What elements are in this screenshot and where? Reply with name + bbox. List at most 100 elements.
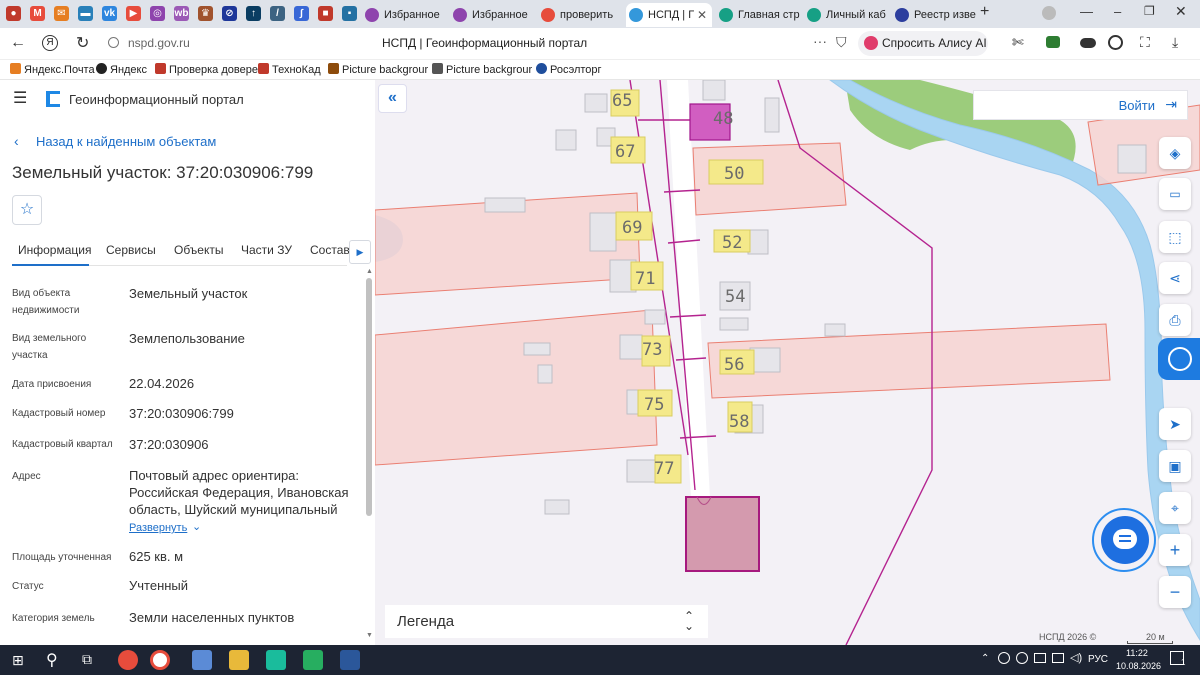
- clock-date[interactable]: 10.08.2026: [1116, 661, 1161, 671]
- legend-panel[interactable]: Легенда ⌃ ⌄: [385, 605, 708, 638]
- taskbar-app-icon[interactable]: [303, 650, 323, 670]
- tab-composition[interactable]: Состав: [310, 243, 350, 257]
- alice-button[interactable]: Спросить Алису AI: [858, 31, 988, 56]
- expand-link[interactable]: Развернуть: [129, 522, 187, 534]
- vk-icon[interactable]: vk: [102, 6, 117, 21]
- media-icon[interactable]: [1108, 35, 1123, 50]
- panel-scrollbar[interactable]: [366, 278, 372, 516]
- pinned-tab-icon[interactable]: ◎: [150, 6, 165, 21]
- minimize-icon[interactable]: —: [1080, 4, 1093, 19]
- browser-tab[interactable]: Реестр изве: [892, 3, 976, 27]
- volume-icon[interactable]: ◁): [1070, 651, 1082, 664]
- windows-start-icon[interactable]: ⊞: [12, 652, 24, 669]
- close-tab-icon[interactable]: ✕: [697, 3, 707, 27]
- browser-tab[interactable]: проверить: [538, 3, 622, 27]
- taskbar-app-icon[interactable]: [118, 650, 138, 670]
- pinned-tab-icon[interactable]: ∫: [294, 6, 309, 21]
- minimize-window-button[interactable]: –: [1114, 4, 1121, 19]
- layers-button[interactable]: ◈: [1159, 137, 1191, 169]
- taskbar-app-icon[interactable]: [192, 650, 212, 670]
- pinned-tab-icon[interactable]: ♛: [198, 6, 213, 21]
- profile-icon[interactable]: [1042, 6, 1056, 20]
- tray-icon[interactable]: [1034, 653, 1046, 663]
- chat-button[interactable]: [1101, 516, 1149, 564]
- bookmark-item[interactable]: Проверка довере: [155, 63, 258, 76]
- browser-tab[interactable]: Избранное: [450, 3, 534, 27]
- browser-tab-active[interactable]: НСПД | Г ✕: [626, 3, 712, 27]
- new-tab-button[interactable]: +: [980, 3, 989, 21]
- tab-parts[interactable]: Части ЗУ: [241, 243, 292, 257]
- close-window-button[interactable]: ✕: [1175, 3, 1187, 20]
- restore-window-button[interactable]: ❐: [1144, 4, 1155, 18]
- menu-icon[interactable]: ☰: [13, 91, 27, 107]
- pinned-tab-icon[interactable]: ⊘: [222, 6, 237, 21]
- url-text[interactable]: nspd.gov.ru: [128, 36, 190, 50]
- scroll-up-icon[interactable]: ▲: [366, 268, 373, 275]
- zoom-out-button[interactable]: −: [1159, 576, 1191, 608]
- print-button[interactable]: ⎙: [1159, 304, 1191, 336]
- search-icon[interactable]: ⚲: [46, 650, 58, 670]
- browser-tab[interactable]: Главная стр: [716, 3, 800, 27]
- login-button[interactable]: Войти ⇥: [973, 90, 1188, 120]
- browser-tab[interactable]: Личный каб: [804, 3, 888, 27]
- pinned-tab-icon[interactable]: /: [270, 6, 285, 21]
- extra-tool-button[interactable]: [1158, 338, 1200, 380]
- file-explorer-icon[interactable]: [229, 650, 249, 670]
- pinned-tab-icon[interactable]: ✉: [54, 6, 69, 21]
- reload-icon[interactable]: ↻: [76, 33, 89, 53]
- search-location-button[interactable]: ⌖: [1159, 492, 1191, 524]
- task-view-icon[interactable]: ⧉: [82, 651, 92, 668]
- minimap-button[interactable]: ▣: [1159, 450, 1191, 482]
- pinned-tab-icon[interactable]: М: [30, 6, 45, 21]
- bookmark-item[interactable]: Росэлторг: [536, 63, 602, 76]
- geolocation-button[interactable]: ➤: [1159, 408, 1191, 440]
- tabs-scroll-right-button[interactable]: ▶: [349, 240, 371, 264]
- extension-icon[interactable]: [1046, 36, 1060, 48]
- select-area-button[interactable]: ⬚: [1159, 221, 1191, 253]
- bookmark-item[interactable]: Яндекс.Почта: [10, 63, 95, 76]
- collections-icon[interactable]: ⛶: [1140, 34, 1150, 51]
- collapse-panel-button[interactable]: «: [378, 84, 407, 113]
- chevron-down-icon[interactable]: ⌄: [192, 520, 201, 533]
- pinned-tab-icon[interactable]: ▬: [78, 6, 93, 21]
- share-button[interactable]: ⋖: [1159, 262, 1191, 294]
- wildberries-icon[interactable]: wb: [174, 6, 189, 21]
- download-icon[interactable]: ⤓: [1172, 34, 1178, 51]
- site-info-icon[interactable]: [108, 37, 119, 48]
- browser-tab[interactable]: Избранное: [362, 3, 446, 27]
- map-canvas[interactable]: 65 48 67 50 69 52 71 54 73 56 75 58 77 «…: [375, 80, 1200, 645]
- measure-button[interactable]: ▭: [1159, 178, 1191, 210]
- tab-objects[interactable]: Объекты: [174, 243, 224, 257]
- network-icon[interactable]: [1052, 653, 1064, 663]
- yandex-browser-icon[interactable]: [150, 650, 170, 670]
- tab-services[interactable]: Сервисы: [106, 243, 156, 257]
- language-indicator[interactable]: РУС: [1088, 654, 1108, 665]
- pinned-tab-icon[interactable]: ▶: [126, 6, 141, 21]
- favorite-star-button[interactable]: ☆: [12, 195, 42, 225]
- pinned-tab-icon[interactable]: ■: [318, 6, 333, 21]
- bookmark-item[interactable]: Яндекс: [96, 63, 147, 76]
- extension-icon[interactable]: ✄: [1012, 34, 1024, 51]
- clock-time[interactable]: 11:22: [1126, 648, 1148, 658]
- chevron-left-icon[interactable]: ‹: [14, 133, 19, 149]
- tray-icon[interactable]: [998, 652, 1010, 664]
- tray-icon[interactable]: [1016, 652, 1028, 664]
- bookmark-item[interactable]: Picture backgrour: [328, 63, 428, 76]
- word-icon[interactable]: [340, 650, 360, 670]
- pinned-tab-icon[interactable]: ●: [6, 6, 21, 21]
- yandex-icon[interactable]: Я: [42, 35, 58, 51]
- pinned-tab-icon[interactable]: ▪: [342, 6, 357, 21]
- taskbar-app-icon[interactable]: [266, 650, 286, 670]
- zoom-in-button[interactable]: +: [1159, 534, 1191, 566]
- extension-icon[interactable]: [1080, 38, 1096, 48]
- tab-information[interactable]: Информация: [18, 243, 91, 257]
- scroll-down-icon[interactable]: ▼: [366, 632, 373, 639]
- pinned-tab-icon[interactable]: ↑: [246, 6, 261, 21]
- bookmark-item[interactable]: Picture backgrour: [432, 63, 532, 76]
- back-link[interactable]: Назад к найденным объектам: [36, 134, 216, 149]
- bookmark-item[interactable]: ТехноКад: [258, 63, 321, 76]
- bookmark-icon[interactable]: ⛉: [836, 34, 847, 51]
- more-icon[interactable]: ···: [813, 33, 827, 49]
- tray-chevron-icon[interactable]: ⌃: [981, 653, 989, 664]
- back-arrow-icon[interactable]: ←: [10, 34, 26, 52]
